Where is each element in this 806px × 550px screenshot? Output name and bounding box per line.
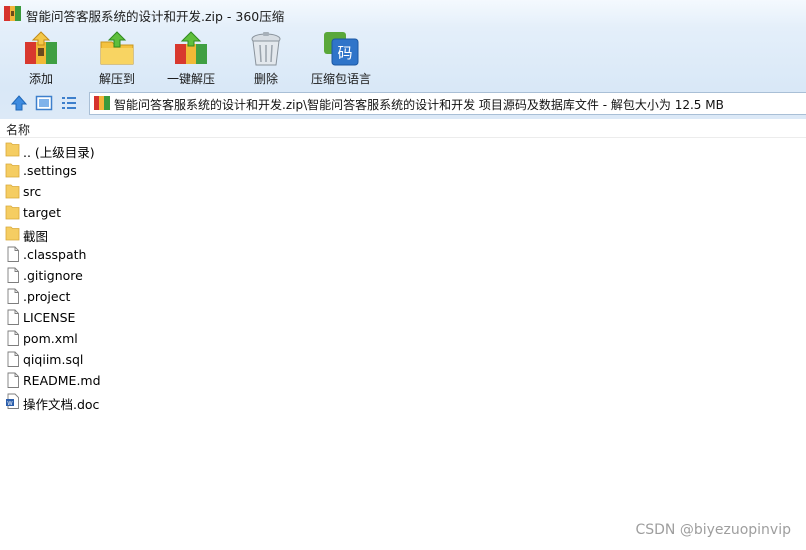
archive-path-icon [94,96,110,110]
folder-icon [5,163,20,178]
item-name: .project [23,289,71,304]
list-item[interactable]: pom.xml [0,328,806,349]
app-archive-icon [4,6,21,21]
add-archive-icon [25,31,57,64]
one-click-extract-label: 一键解压 [166,72,215,86]
add-button[interactable]: 添加 [15,28,67,88]
item-name: target [23,205,62,220]
list-item[interactable]: W 操作文档.doc [0,391,806,412]
archive-language-label: 压缩包语言 [310,72,371,86]
file-icon [7,288,19,304]
file-icon [7,267,19,283]
archive-language-icon: 码 [324,32,359,66]
one-click-extract-button[interactable]: 一键解压 [163,28,219,88]
folder-icon [5,205,20,220]
folder-icon [5,184,20,199]
item-name: .classpath [23,247,87,262]
item-name: .. (上级目录) [23,145,95,160]
view-list-icon[interactable] [60,94,78,112]
item-name: .gitignore [23,268,83,283]
archive-language-button[interactable]: 码 压缩包语言 [308,28,374,88]
item-name: qiqiim.sql [23,352,84,367]
address-row: 智能问答客服系统的设计和开发.zip\智能问答客服系统的设计和开发 项目源码及数… [0,91,806,117]
item-name: 截图 [23,229,49,244]
file-icon [7,309,19,325]
svg-text:码: 码 [337,44,352,62]
file-icon [7,351,19,367]
list-header: 名称 [0,119,806,138]
add-label: 添加 [28,72,53,86]
list-item[interactable]: .. (上级目录) [0,139,806,160]
column-header-name[interactable]: 名称 [6,121,30,138]
view-thumbnail-icon[interactable] [35,94,53,112]
item-name: 操作文档.doc [23,397,100,412]
extract-to-label: 解压到 [98,72,135,86]
list-item[interactable]: README.md [0,370,806,391]
title-bar: 智能问答客服系统的设计和开发.zip - 360压缩 [0,0,806,28]
up-arrow-icon[interactable] [10,94,28,112]
item-name: src [23,184,42,199]
list-item[interactable]: 截图 [0,223,806,244]
list-item[interactable]: src [0,181,806,202]
list-item[interactable]: qiqiim.sql [0,349,806,370]
list-item[interactable]: target [0,202,806,223]
folder-icon [5,142,20,157]
file-icon [7,330,19,346]
file-list: .. (上级目录) .settings src target 截图 .class… [0,139,806,412]
trash-can-icon [251,32,281,66]
item-name: .settings [23,163,77,178]
window-title: 智能问答客服系统的设计和开发.zip - 360压缩 [26,9,285,24]
extract-to-button[interactable]: 解压到 [92,28,142,88]
delete-button[interactable]: 删除 [245,28,287,88]
list-item[interactable]: .project [0,286,806,307]
window-chrome: 智能问答客服系统的设计和开发.zip - 360压缩 添加 解压到 一键解压 删… [0,0,806,119]
extract-to-icon [100,31,134,65]
toolbar: 添加 解压到 一键解压 删除 码 压缩包语言 [0,28,806,88]
watermark: CSDN @biyezuopinvip [635,522,791,538]
word-document-icon: W [6,393,19,409]
svg-text:W: W [7,401,13,407]
item-name: LICENSE [23,310,76,325]
address-path: 智能问答客服系统的设计和开发.zip\智能问答客服系统的设计和开发 项目源码及数… [114,98,724,112]
delete-label: 删除 [253,72,278,86]
one-click-extract-icon [175,31,207,64]
folder-icon [5,226,20,241]
address-bar[interactable]: 智能问答客服系统的设计和开发.zip\智能问答客服系统的设计和开发 项目源码及数… [89,92,806,115]
list-item[interactable]: .classpath [0,244,806,265]
item-name: pom.xml [23,331,78,346]
file-icon [7,372,19,388]
list-item[interactable]: LICENSE [0,307,806,328]
list-item[interactable]: .settings [0,160,806,181]
list-item[interactable]: .gitignore [0,265,806,286]
item-name: README.md [23,373,101,388]
file-icon [7,246,19,262]
